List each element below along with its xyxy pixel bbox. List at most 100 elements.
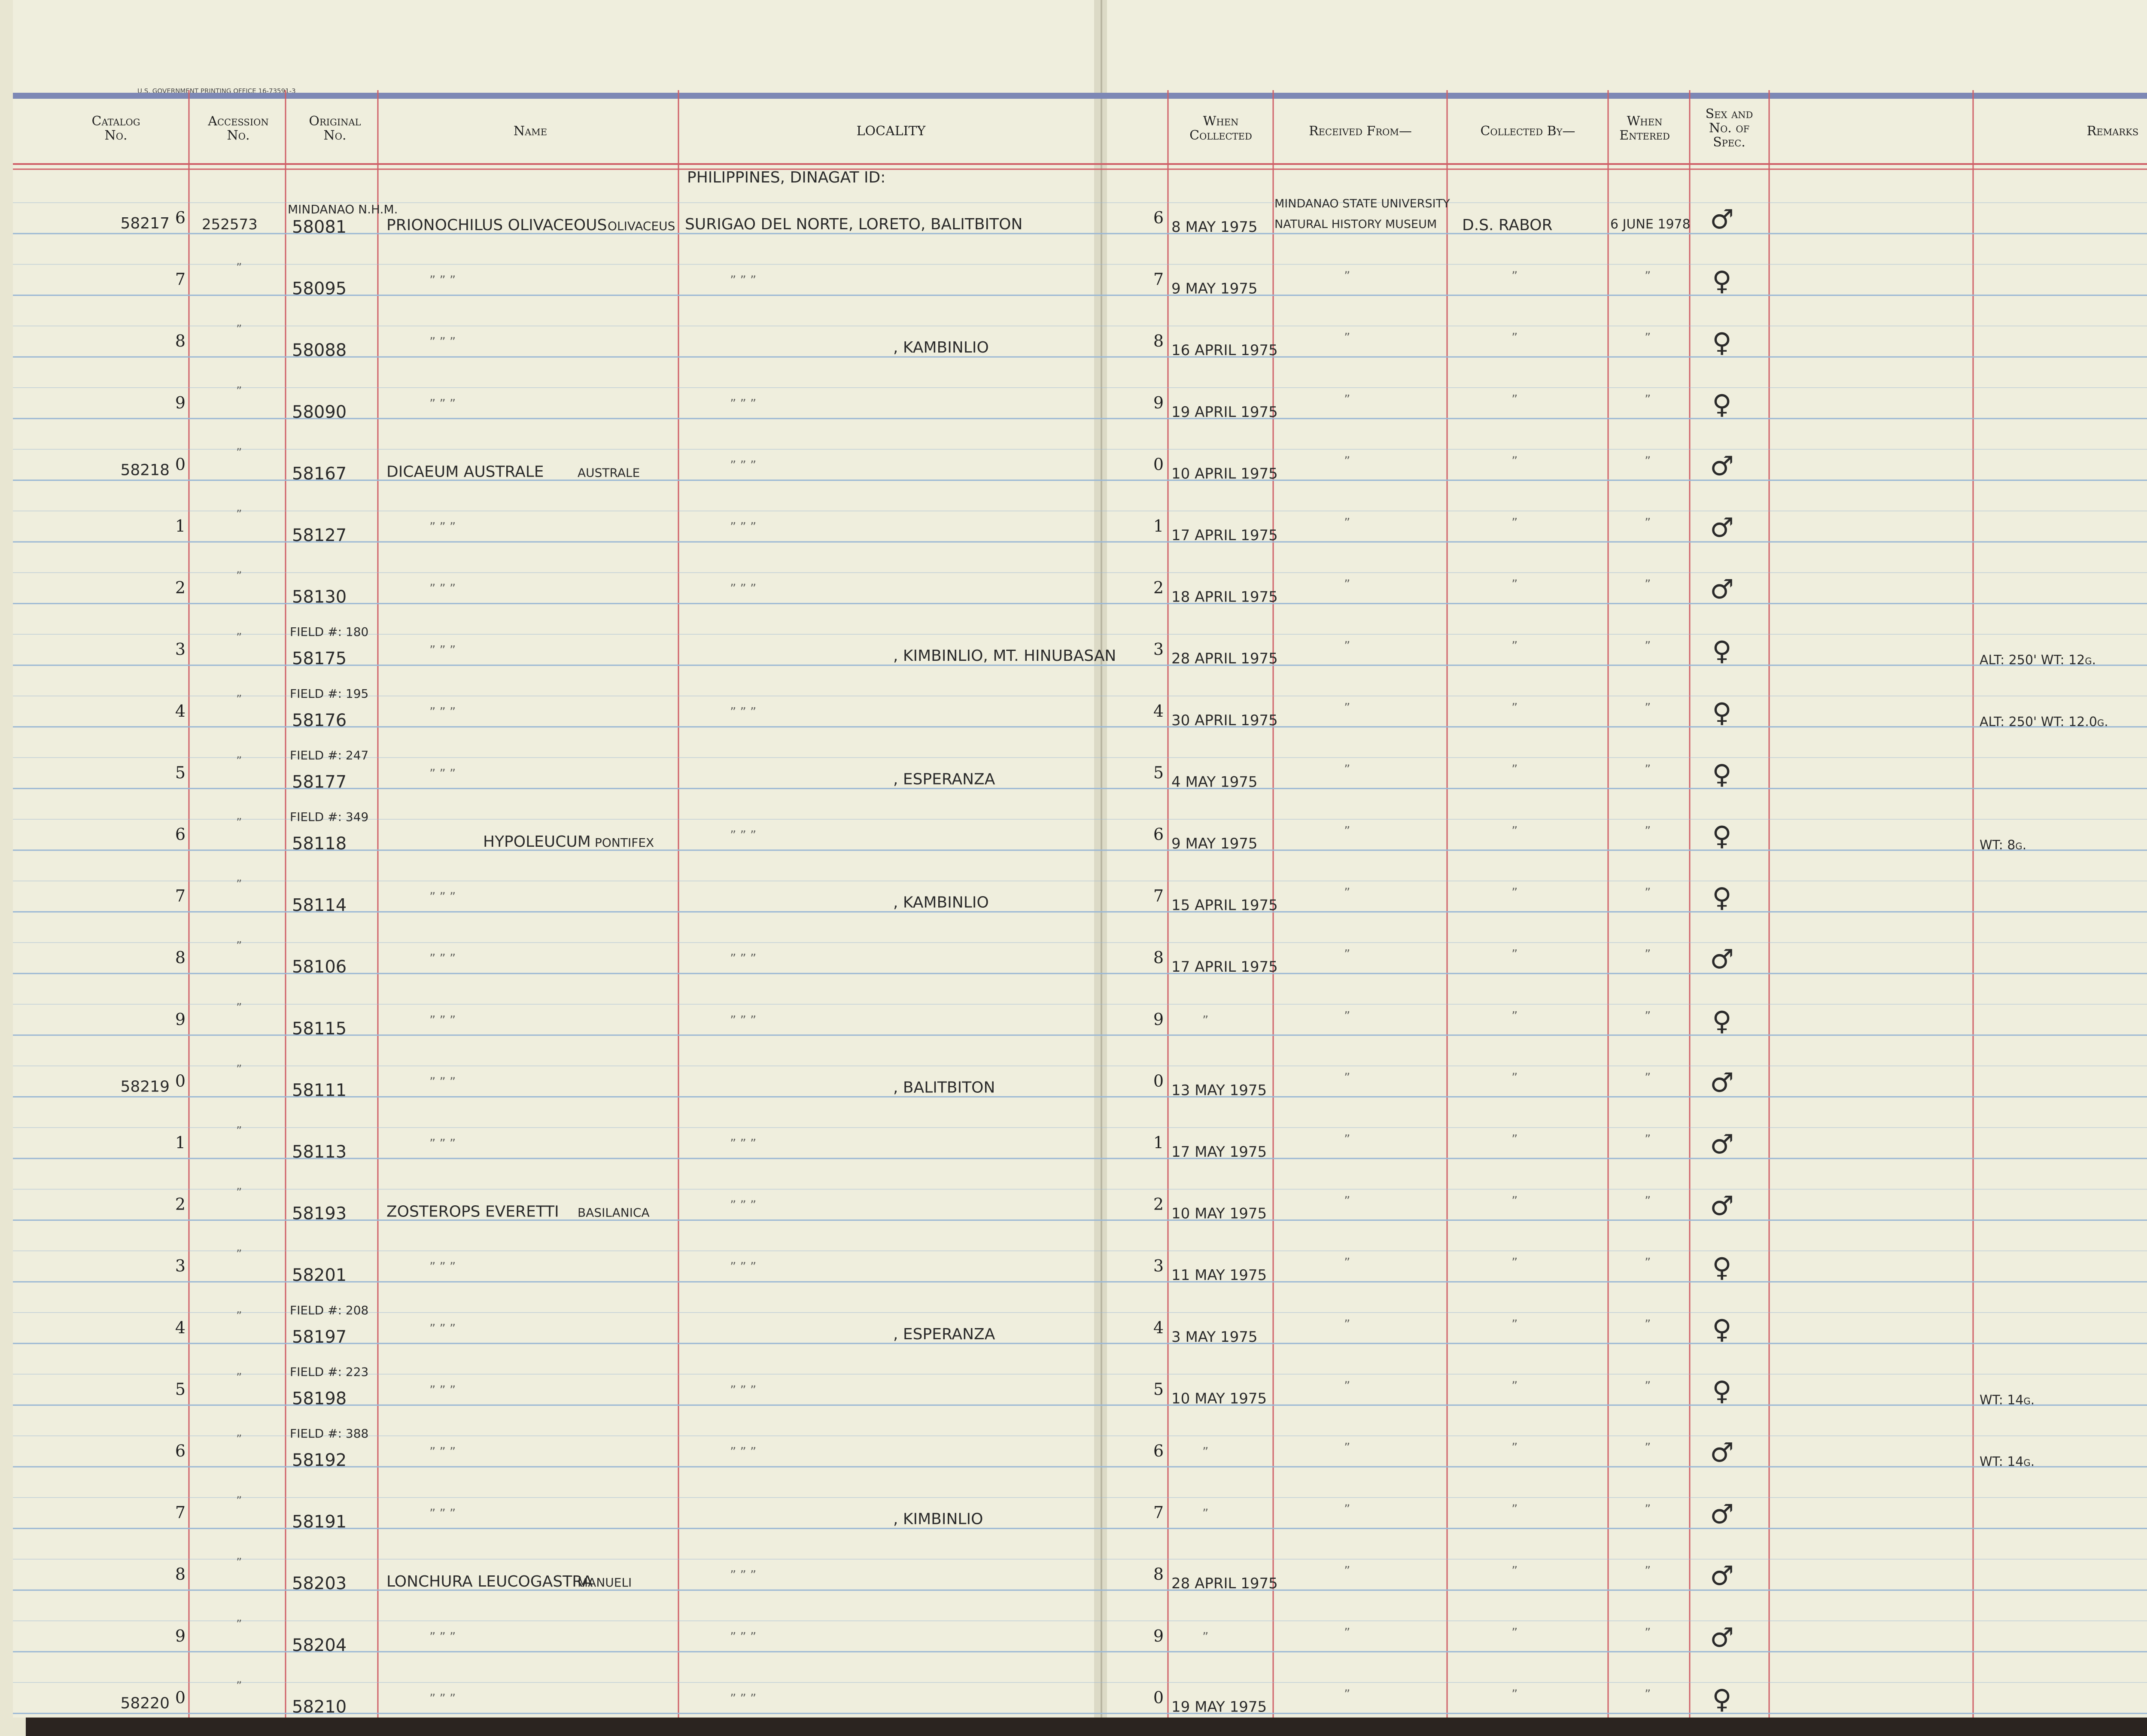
when-digit: 5 — [1153, 763, 1164, 782]
male-symbol-icon: ♂ — [1710, 1190, 1734, 1222]
ditto-mark: ” ” ” — [730, 828, 756, 842]
catalog-digit: 4 — [175, 702, 186, 721]
ditto-mark: ” — [1511, 1317, 1518, 1331]
original-number: 58167 — [292, 464, 347, 483]
female-symbol-icon: ♀ — [1712, 882, 1731, 913]
subspecies-name: AUSTRALE — [578, 465, 640, 480]
date-collected: 8 MAY 1975 — [1171, 219, 1258, 236]
ditto-mark: ” — [1645, 392, 1651, 406]
original-number: 58175 — [292, 649, 347, 669]
original-number: 58210 — [292, 1697, 347, 1717]
ditto-mark: ” — [236, 1125, 242, 1137]
header-accession-line: No. — [227, 128, 249, 143]
ditto-mark: ” — [236, 1495, 242, 1508]
accession-number: 252573 — [202, 216, 258, 233]
ditto-mark: ” — [1645, 824, 1651, 838]
catalog-number: 58217 — [120, 215, 170, 232]
when-digit: 9 — [1153, 1010, 1164, 1029]
species-name: DICAEUM AUSTRALE — [386, 463, 544, 480]
ditto-mark: ” — [1511, 1378, 1518, 1392]
header-when-entered: When Entered — [1619, 114, 1670, 143]
ditto-mark: ” ” ” — [730, 520, 756, 534]
subspecies-name: MANUELI — [578, 1575, 632, 1590]
male-symbol-icon: ♂ — [1710, 1622, 1734, 1653]
female-symbol-icon: ♀ — [1712, 327, 1731, 358]
when-digit: 0 — [1153, 455, 1164, 474]
ditto-mark: ” — [1645, 269, 1651, 283]
locality-text: , BALITBITON — [893, 1079, 995, 1096]
ditto-mark: ” ” ” — [429, 273, 456, 287]
ditto-mark: ” — [1344, 1194, 1350, 1208]
ditto-mark: ” — [1344, 330, 1350, 344]
when-digit: 2 — [1153, 578, 1164, 597]
received-from-line-1: MINDANAO STATE UNIVERSITY — [1274, 197, 1450, 210]
ditto-mark: ” — [1511, 1255, 1518, 1269]
ditto-mark: ” ” ” — [429, 951, 456, 965]
when-digit: 6 — [1153, 208, 1164, 227]
ditto-mark: ” — [1511, 762, 1518, 776]
ditto-mark: ” — [1202, 1506, 1209, 1520]
date-entered: 6 JUNE 1978 — [1610, 217, 1691, 232]
remarks-text: WT: 8g. — [1980, 838, 2026, 853]
ditto-mark: ” ” ” — [730, 396, 756, 410]
ditto-mark: ” — [1344, 885, 1350, 900]
ditto-mark: ” — [236, 1001, 242, 1014]
header-locality: LOCALITY — [857, 124, 926, 139]
date-collected: 13 MAY 1975 — [1171, 1082, 1267, 1099]
ditto-mark: ” ” ” — [730, 1383, 756, 1397]
female-symbol-icon: ♀ — [1712, 265, 1731, 297]
when-digit: 4 — [1153, 702, 1164, 721]
ditto-mark: ” ” ” — [429, 396, 456, 410]
ditto-mark: ” — [1645, 515, 1651, 529]
ditto-mark: ” — [1645, 1132, 1651, 1146]
catalog-digit: 6 — [175, 825, 186, 844]
field-number: FIELD #: 388 — [290, 1426, 368, 1441]
ditto-mark: ” ” ” — [730, 581, 756, 596]
ditto-mark: ” — [236, 693, 242, 706]
male-symbol-icon: ♂ — [1710, 1560, 1734, 1591]
ditto-mark: ” ” ” — [429, 890, 456, 904]
ditto-mark: ” ” ” — [730, 1259, 756, 1274]
ditto-mark: ” — [1511, 1440, 1518, 1454]
header-catalog-line: Catalog — [92, 114, 140, 129]
male-symbol-icon: ♂ — [1710, 512, 1734, 543]
ditto-mark: ” — [1511, 1687, 1518, 1701]
ditto-mark: ” — [1645, 1255, 1651, 1269]
ditto-mark: ” — [1511, 1009, 1518, 1023]
male-symbol-icon: ♂ — [1710, 450, 1734, 481]
header-when-collected-line: When — [1203, 114, 1239, 129]
ditto-mark: ” — [1344, 947, 1350, 961]
header-sex-and-spec-line: Spec. — [1713, 135, 1746, 150]
original-number: 58177 — [292, 772, 347, 792]
catalog-digit: 7 — [175, 1503, 186, 1522]
subspecies-name: BASILANICA — [578, 1206, 650, 1220]
ditto-mark: ” ” ” — [429, 1691, 456, 1705]
ditto-mark: ” — [1511, 1502, 1518, 1516]
date-collected: 30 APRIL 1975 — [1171, 712, 1278, 729]
original-number: 58090 — [292, 402, 347, 422]
ditto-mark: ” ” ” — [429, 520, 456, 534]
when-digit: 0 — [1153, 1071, 1164, 1090]
species-name: LONCHURA LEUCOGASTRA — [386, 1573, 593, 1590]
ditto-mark: ” ” ” — [429, 643, 456, 657]
male-symbol-icon: ♂ — [1710, 1128, 1734, 1160]
original-number: 58118 — [292, 834, 347, 854]
ditto-mark: ” ” ” — [429, 1013, 456, 1027]
ditto-mark: ” ” ” — [429, 1630, 456, 1644]
ditto-mark: ” — [1511, 577, 1518, 591]
field-number: FIELD #: 247 — [290, 748, 368, 762]
ditto-mark: ” — [1511, 824, 1518, 838]
when-digit: 8 — [1153, 331, 1164, 350]
catalog-digit: 8 — [175, 1565, 186, 1584]
ditto-mark: ” — [1511, 1625, 1518, 1639]
ditto-mark: ” ” ” — [429, 1074, 456, 1088]
ditto-mark: ” ” ” — [429, 1259, 456, 1274]
original-number: 58197 — [292, 1327, 347, 1347]
ditto-mark: ” ” ” — [429, 1383, 456, 1397]
date-collected: 19 MAY 1975 — [1171, 1698, 1267, 1715]
date-collected: 17 MAY 1975 — [1171, 1143, 1267, 1161]
ditto-mark: ” — [1511, 638, 1518, 653]
ditto-mark: ” — [1511, 1563, 1518, 1578]
ditto-mark: ” — [1344, 1070, 1350, 1084]
catalog-digit: 0 — [175, 1071, 186, 1090]
